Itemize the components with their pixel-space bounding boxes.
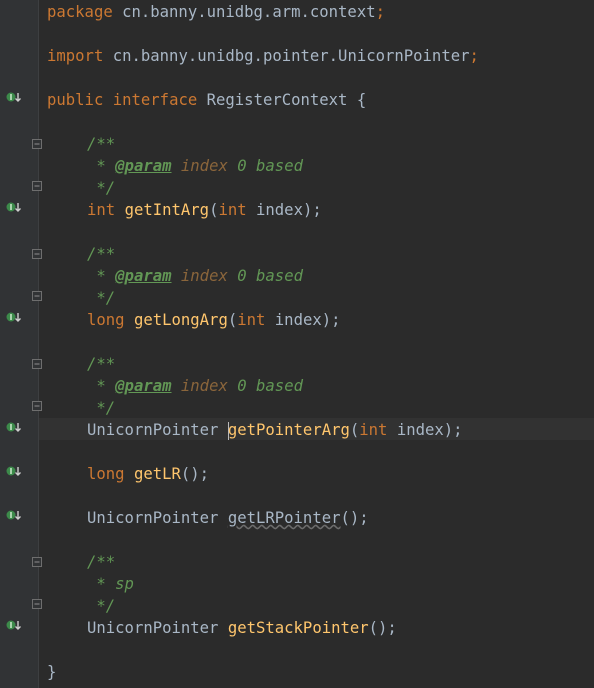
doc-star: * [87,377,116,395]
return-type: UnicornPointer [87,619,219,637]
fold-toggle-icon[interactable] [32,401,42,411]
method-getIntArg-line[interactable]: int getIntArg(int index); [87,199,322,221]
public-keyword: public [47,91,104,109]
package-line[interactable]: package cn.banny.unidbg.arm.context; [47,1,385,23]
implemented-method-icon[interactable] [6,465,22,479]
doc-comment-close[interactable]: */ [87,595,115,617]
doc-comment-open[interactable]: /** [87,353,115,375]
closing-brace-line[interactable]: } [47,661,56,683]
paren: ( [349,421,360,439]
import-name: cn.banny.unidbg.pointer.UnicornPointer [103,47,470,65]
int-keyword: int [237,311,266,329]
paren: ( [227,311,238,329]
doc-comment-close[interactable]: */ [87,177,115,199]
method-getLR-line[interactable]: long getLR(); [87,463,209,485]
method-name: getIntArg [124,201,210,219]
param-index: index [246,201,303,219]
doc-comment-sp[interactable]: * sp [87,573,134,595]
doc-comment-open[interactable]: /** [87,243,115,265]
return-type: UnicornPointer [87,509,219,527]
doc-comment-close[interactable]: */ [87,397,115,419]
implemented-method-icon[interactable] [6,311,22,325]
import-keyword: import [47,47,104,65]
method-getLRPointer-line[interactable]: UnicornPointer getLRPointer(); [87,507,369,529]
param-desc: 0 based [227,157,303,175]
paren-close: ); [443,421,463,439]
paren-close: ); [302,201,322,219]
empty-params: (); [180,465,210,483]
semicolon: ; [469,47,479,65]
param-name: index [180,267,228,285]
method-name: getStackPointer [227,619,369,637]
package-keyword: package [47,3,113,21]
implemented-method-icon[interactable] [6,509,22,523]
doc-comment-param[interactable]: * @param index 0 based [87,155,303,177]
method-name: getLongArg [133,311,228,329]
param-index: index [387,421,444,439]
doc-star: * [87,575,116,593]
doc-star: * [87,267,116,285]
fold-toggle-icon[interactable] [32,181,42,191]
param-tag: @param [115,377,172,395]
long-keyword: long [87,311,125,329]
method-name: getPointerArg [227,421,350,439]
fold-toggle-icon[interactable] [32,139,42,149]
long-keyword: long [87,465,125,483]
param-desc: 0 based [227,377,303,395]
doc-comment-param[interactable]: * @param index 0 based [87,265,303,287]
method-name-unused-warning: getLRPointer [227,509,341,527]
param-desc: 0 based [227,267,303,285]
interface-keyword: interface [112,91,198,109]
sp-comment: sp [115,575,134,593]
import-line[interactable]: import cn.banny.unidbg.pointer.UnicornPo… [47,45,479,67]
method-getPointerArg-line[interactable]: UnicornPointer getPointerArg(int index); [87,419,463,441]
return-type: UnicornPointer [87,421,219,439]
doc-comment-open[interactable]: /** [87,133,115,155]
param-tag: @param [115,267,172,285]
implemented-method-icon[interactable] [6,619,22,633]
int-keyword: int [218,201,247,219]
semicolon: ; [375,3,385,21]
fold-toggle-icon[interactable] [32,291,42,301]
empty-params: (); [340,509,369,527]
empty-params: (); [368,619,397,637]
doc-comment-close[interactable]: */ [87,287,115,309]
int-keyword: int [87,201,116,219]
param-index: index [265,311,322,329]
fold-toggle-icon[interactable] [32,557,42,567]
param-tag: @param [115,157,172,175]
method-name: getLR [133,465,181,483]
gutter-divider [38,0,39,688]
param-name: index [180,377,228,395]
implemented-method-icon[interactable] [6,201,22,215]
fold-toggle-icon[interactable] [32,359,42,369]
doc-star: * [87,157,116,175]
paren-close: ); [321,311,341,329]
fold-toggle-icon[interactable] [32,599,42,609]
method-getLongArg-line[interactable]: long getLongArg(int index); [87,309,341,331]
doc-comment-param[interactable]: * @param index 0 based [87,375,303,397]
interface-declaration-line[interactable]: public interface RegisterContext { [47,89,366,111]
param-name: index [180,157,228,175]
package-name: cn.banny.unidbg.arm.context [112,3,376,21]
doc-comment-open[interactable]: /** [87,551,115,573]
interface-name: RegisterContext { [197,91,367,109]
implemented-method-icon[interactable] [6,421,22,435]
fold-toggle-icon[interactable] [32,249,42,259]
int-keyword: int [359,421,388,439]
method-getStackPointer-line[interactable]: UnicornPointer getStackPointer(); [87,617,397,639]
implemented-method-icon[interactable] [6,91,22,105]
